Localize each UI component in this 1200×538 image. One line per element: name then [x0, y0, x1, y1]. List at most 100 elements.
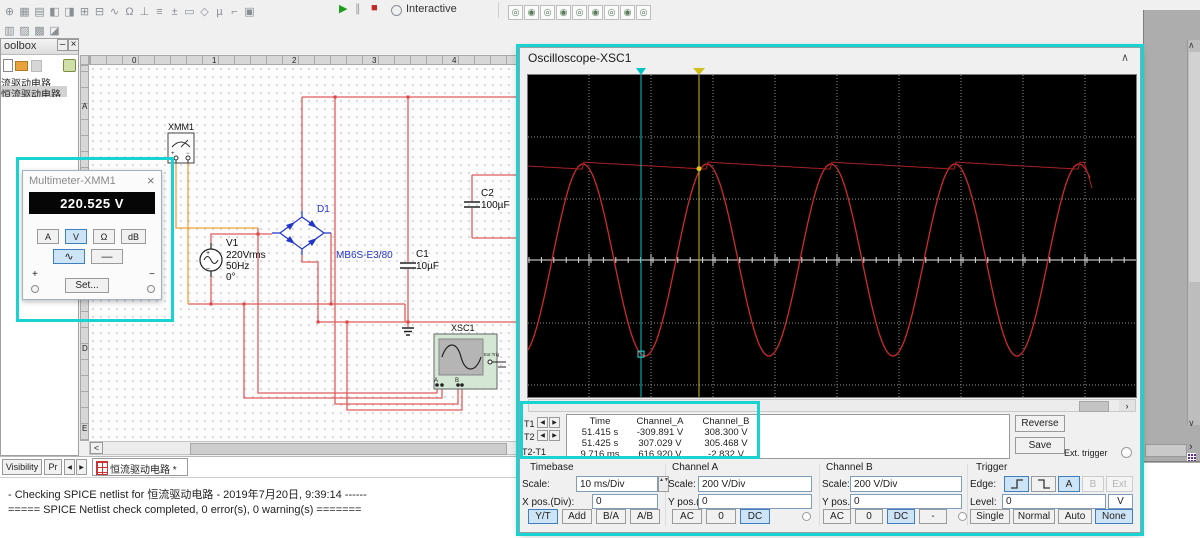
toolbar-icon[interactable]: ⊞ [77, 4, 92, 20]
mode-v-button[interactable]: V [65, 229, 87, 244]
toolbar-icon[interactable]: ◎ [572, 5, 587, 20]
dc-mode-button[interactable]: — [91, 249, 123, 264]
toolbar-icon[interactable]: ⊟ [92, 4, 107, 20]
oscilloscope-window[interactable]: Oscilloscope-XSC1 ∧ › T1 ◀ ▶ T2 ◀ ▶ T2-T… [519, 47, 1141, 533]
toolbar-icon[interactable]: ◎ [636, 5, 651, 20]
toolbar-icon[interactable]: ▨ [17, 23, 32, 39]
tab-scroll-left[interactable]: ◀ [64, 459, 75, 475]
mode-db-button[interactable]: dB [121, 229, 146, 244]
toolbar-icon[interactable]: ⊕ [2, 4, 17, 20]
single-button[interactable]: Single [970, 509, 1010, 524]
add-button[interactable]: Add [562, 509, 592, 524]
channel-b-dc-button[interactable]: DC [887, 509, 915, 524]
trigger-b-button[interactable]: B [1082, 476, 1104, 492]
collapse-icon[interactable]: ∧ [1121, 51, 1129, 64]
trigger-level-unit[interactable]: V [1108, 494, 1133, 509]
ac-mode-button[interactable]: ∿ [53, 249, 85, 264]
toolbar-icon[interactable]: ⊥ [137, 4, 152, 20]
toolbar-icon[interactable]: ◉ [556, 5, 571, 20]
toolbar-icon[interactable]: ▦ [17, 4, 32, 20]
toolbar-icon[interactable]: ◉ [588, 5, 603, 20]
right-vscroll-thumb[interactable] [1189, 52, 1200, 282]
pr-tab[interactable]: Pr [44, 459, 62, 475]
channel-b-0-button[interactable]: 0 [855, 509, 883, 524]
save-button[interactable]: Save [1015, 437, 1065, 454]
pause-button[interactable]: ∥ [355, 2, 361, 15]
scroll-down-icon[interactable]: ∨ [1188, 418, 1195, 429]
right-vscroll-track[interactable] [1187, 40, 1200, 425]
toolbar-icon[interactable]: ◨ [62, 4, 77, 20]
toolbar-icon[interactable]: ◪ [47, 23, 62, 39]
instrument-toolbar[interactable]: ◎ ◉ ◎ ◉ ◎ ◉ ◎ ◉ ◎ [508, 2, 652, 20]
channel-a-ac-button[interactable]: AC [672, 509, 702, 524]
right-hscroll[interactable] [1145, 444, 1187, 457]
new-doc-icon[interactable] [3, 59, 13, 72]
scroll-up-icon[interactable]: ∧ [1188, 40, 1195, 51]
secondary-toolbar-icons[interactable]: ▥ ▨ ▩ ◪ [2, 21, 62, 39]
toolbar-icon[interactable]: ◉ [524, 5, 539, 20]
run-button[interactable]: ▶ [339, 2, 347, 15]
stop-button[interactable]: ■ [371, 2, 378, 14]
multimeter-close-button[interactable]: × [147, 173, 155, 188]
t2-cursor-handle[interactable] [693, 68, 705, 75]
toolbar-icon[interactable]: ◉ [620, 5, 635, 20]
right-scroll-right-icon[interactable]: › [1189, 441, 1193, 453]
camera-icon[interactable] [63, 59, 76, 72]
channel-b-minus-button[interactable]: - [919, 509, 947, 524]
visibility-tab[interactable]: Visibility [2, 459, 42, 475]
channel-a-terminal[interactable] [802, 512, 811, 521]
toolbar-icon[interactable]: ◎ [540, 5, 555, 20]
multimeter-window[interactable]: Multimeter-XMM1 × 220.525 V A V Ω dB ∿ —… [22, 170, 162, 300]
channel-b-pos-input[interactable]: 0 [850, 494, 962, 509]
yt-button[interactable]: Y/T [528, 509, 558, 524]
toolbar-icon[interactable]: ◧ [47, 4, 62, 20]
scope-hscrollbar[interactable]: › [528, 399, 1136, 412]
trigger-ext-button[interactable]: Ext [1106, 476, 1133, 492]
ab-button[interactable]: A/B [630, 509, 660, 524]
channel-a-pos-input[interactable]: 0 [698, 494, 812, 509]
toolbar-icon[interactable]: ⌐ [227, 4, 242, 20]
timebase-pos-input[interactable]: 0 [592, 494, 658, 509]
trigger-level-input[interactable]: 0 [1002, 494, 1106, 509]
toolbox-item-2[interactable]: 恒流驱动电路 [1, 86, 67, 97]
t2-left-button[interactable]: ◀ [537, 430, 548, 441]
t1-cursor-handle[interactable] [636, 68, 646, 75]
toolbox-item-1[interactable]: 流驱动电路 [1, 75, 78, 86]
hscroll-thumb[interactable] [190, 443, 507, 455]
scroll-left-button[interactable]: < [90, 442, 103, 454]
spreadsheet-view-icon[interactable] [1187, 453, 1196, 461]
reverse-button[interactable]: Reverse [1015, 415, 1065, 432]
main-toolbar-icons[interactable]: ⊕ ▦ ▤ ◧ ◨ ⊞ ⊟ ∿ Ω ⊥ ≡ ± ▭ ◇ µ ⌐ ▣ [2, 2, 257, 20]
toolbar-icon[interactable]: ▣ [242, 4, 257, 20]
canvas-hscrollbar[interactable]: < [89, 441, 519, 455]
rising-edge-button[interactable] [1004, 476, 1029, 492]
channel-b-scale-input[interactable]: 200 V/Div [850, 476, 962, 492]
auto-button[interactable]: Auto [1058, 509, 1092, 524]
t1-left-button[interactable]: ◀ [537, 417, 548, 428]
channel-a-scale-input[interactable]: 200 V/Div [698, 476, 812, 492]
set-button[interactable]: Set... [65, 278, 109, 293]
falling-edge-button[interactable] [1031, 476, 1056, 492]
toolbar-icon[interactable]: ± [167, 4, 182, 20]
interactive-dropdown[interactable]: Interactive [406, 3, 457, 15]
sheet-tab[interactable]: 恒流驱动电路 * [92, 458, 188, 476]
channel-b-terminal[interactable] [958, 512, 967, 521]
toolbar-icon[interactable]: ≡ [152, 4, 167, 20]
normal-button[interactable]: Normal [1013, 509, 1055, 524]
trigger-a-button[interactable]: A [1058, 476, 1080, 492]
toolbar-icon[interactable]: ▥ [2, 23, 17, 39]
mode-ohm-button[interactable]: Ω [93, 229, 115, 244]
toolbar-icon[interactable]: ◇ [197, 4, 212, 20]
toolbar-icon[interactable]: ▭ [182, 4, 197, 20]
channel-a-0-button[interactable]: 0 [706, 509, 736, 524]
toolbar-icon[interactable]: ◎ [508, 5, 523, 20]
toolbar-icon[interactable]: ▤ [32, 4, 47, 20]
scope-hscroll-thumb[interactable] [1079, 401, 1109, 412]
toolbox-minimize-button[interactable]: – [57, 39, 68, 51]
toolbar-icon[interactable]: ▩ [32, 23, 47, 39]
tab-scroll-right[interactable]: ▶ [76, 459, 87, 475]
ba-button[interactable]: B/A [596, 509, 626, 524]
folder-icon[interactable] [15, 61, 28, 71]
toolbar-icon[interactable]: ◎ [604, 5, 619, 20]
toolbox-close-button[interactable]: × [68, 39, 79, 51]
